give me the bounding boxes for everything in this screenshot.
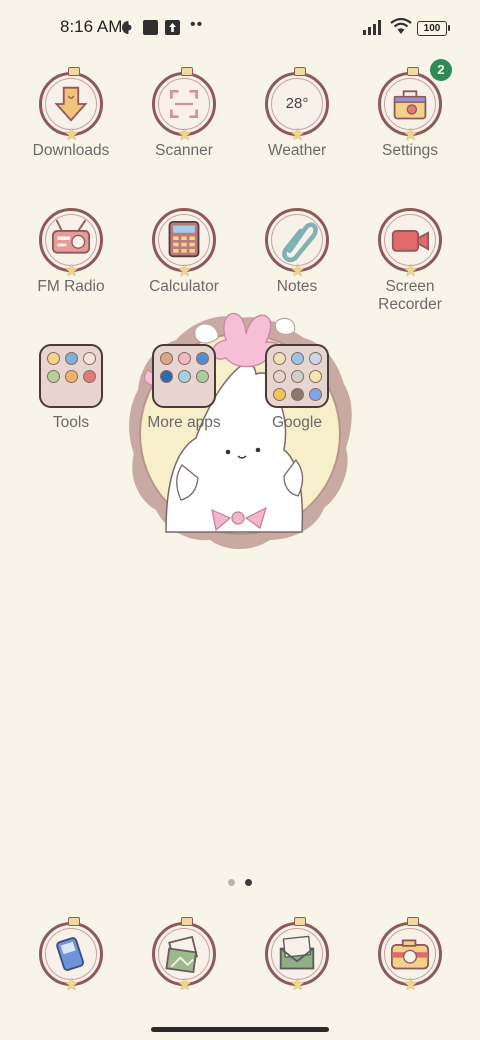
upload-icon: [165, 20, 180, 35]
dock-camera[interactable]: ★: [355, 917, 465, 994]
folder-label: More apps: [147, 414, 221, 431]
star-icon: ★: [64, 261, 80, 280]
folder-more-apps[interactable]: More apps: [129, 344, 239, 432]
app-notes[interactable]: ★ Notes: [242, 208, 352, 296]
app-weather[interactable]: 28° ★ Weather: [242, 67, 352, 160]
folder-label: Tools: [52, 414, 90, 431]
star-icon: ★: [290, 975, 306, 994]
app-screen-recorder[interactable]: ★ Screen Recorder: [355, 208, 465, 314]
app-label: Screen Recorder: [378, 278, 442, 313]
dock-messages[interactable]: ★: [242, 917, 352, 994]
page-indicator-1[interactable]: [228, 879, 235, 886]
weather-temperature: 28°: [285, 95, 309, 112]
folder-tools[interactable]: Tools: [16, 344, 126, 432]
status-bar: 8:16 AM •• 100: [0, 0, 480, 56]
data-saver-icon: [122, 21, 135, 34]
star-icon: ★: [177, 261, 193, 280]
wifi-icon: [390, 17, 412, 34]
star-icon: ★: [403, 975, 419, 994]
battery-indicator: 100: [417, 21, 450, 36]
star-icon: ★: [403, 261, 419, 280]
gesture-navigation-bar[interactable]: [151, 1027, 329, 1032]
page-indicator-2[interactable]: [245, 879, 252, 886]
star-icon: ★: [64, 975, 80, 994]
notification-badge: 2: [430, 59, 452, 81]
star-icon: ★: [290, 125, 306, 144]
star-icon: ★: [177, 125, 193, 144]
status-time: 8:16 AM: [60, 17, 123, 36]
star-icon: ★: [403, 125, 419, 144]
app-settings[interactable]: ★ Settings: [355, 67, 465, 160]
folder-google[interactable]: Google: [242, 344, 352, 432]
folder-label: Google: [272, 414, 322, 431]
star-icon: ★: [177, 975, 193, 994]
dock-phone[interactable]: ★: [16, 917, 126, 994]
signal-icon: [363, 20, 381, 35]
star-icon: ★: [64, 125, 80, 144]
dock-gallery[interactable]: ★: [129, 917, 239, 994]
app-scanner[interactable]: ★ Scanner: [129, 67, 239, 160]
star-icon: ★: [290, 261, 306, 280]
app-downloads[interactable]: ★ Downloads: [16, 67, 126, 160]
app-fm-radio[interactable]: ★ FM Radio: [16, 208, 126, 296]
app-calculator[interactable]: ★ Calculator: [129, 208, 239, 296]
notification-icon: [143, 20, 158, 35]
more-notifications-icon: ••: [190, 16, 204, 33]
